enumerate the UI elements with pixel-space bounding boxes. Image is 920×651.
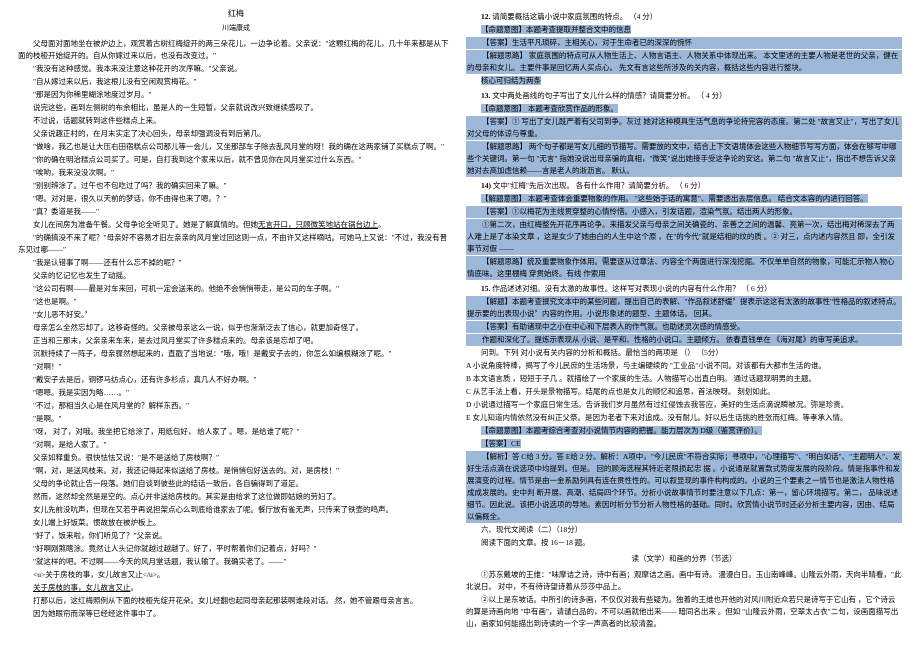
para: "嗯嗯。我是实因为略……。" [18, 387, 454, 399]
q14-text: 文中"红梅"先后次出现。 各有什么作用？请简要分析。 [493, 181, 674, 190]
para: "我没有这种感觉。我本来没注意这种花开的次序嘛。"父亲说。 [18, 63, 454, 75]
opt-d: D 小说通过描写一个家庭日常生活。告诉我们岁月虽然有过红侵蚀去我答应，美好的生活… [466, 399, 902, 411]
para: "你的确在明治糕点公司买了。可是，自打我到这个家来以后，就不曾见你在风月堂买过什… [18, 154, 454, 166]
q12-text: 请简要概括这篇小说中家庭氛围的特点。 [492, 12, 627, 21]
eval-answer: 【答案】CE [466, 438, 902, 450]
para: 说完这些，画到左侧树的布余相比，虽是人的一生短暂，父亲就说改兴致继续感叹了。 [18, 102, 454, 114]
para: "是啊。" [18, 413, 454, 425]
opt-b: B 本文语言质 ，短短于子几 。就描绘了一个家度的生活。人物描写心出直白明。 通… [466, 373, 902, 385]
opt-c: C 从艺手法上看，开头是景物描写。结尾的点也是女儿的顺忆和追思，首法映呀。 刻划… [466, 386, 902, 398]
para: "呀， 对了，对哦。我坐把它给涂了，用纸包好， 给人家了 。嗯，是给谁了呢？" [18, 426, 454, 438]
para: 然而，这然却全然是是空的。点心并非送给房枝的。其实是由给求了这位做即姑娘的劳妇了… [18, 491, 454, 503]
para: "这也是啊。" [18, 296, 454, 308]
para: "的确搞没不来了呢？"母亲好不容易才旧左亲亲的风月堂过回这则一点，不由许又这样嘀… [18, 232, 454, 256]
q13-meta: 【命题意图】 本题考查欣赏作品的形象。 [466, 103, 902, 115]
q12-num: 12. [481, 12, 490, 21]
para: 女儿先前没吭声，但现在又若乎再说担架点心么到底给谁家去了呢。餐厅放有雀无声，只传… [18, 504, 454, 516]
para: 正当和三那末，父亲亲来车来，是去过风月堂买了许多糕点来的。母亲该是忘却了吧。 [18, 335, 454, 347]
q15: 15. 作品述述对细。没有太激的故事性。这样写对表现小说的内容有什么作用？ （ … [466, 283, 902, 295]
q15-num: 15. [481, 284, 490, 293]
para: "对啊，是给人家了。" [18, 439, 454, 451]
q14-answer2: ①第二次，由红梅整先开花序再论争。来描发父亲与母亲之间关确瓷的、亲善之之间的温馨… [466, 219, 902, 255]
para: 父母的争论就止告一段落。她们自谈到彼些此的结话一致后，各自骗得到了道足。 [18, 478, 454, 490]
para: 女儿端上好饭菜。惯故放在被炉板上。 [18, 517, 454, 529]
q12-meta: 【命题意图】本题考查提取并整合文中的信息 [466, 24, 902, 36]
underline-text-2: 关于房枝的事，女儿故言又止 [33, 583, 131, 592]
para: "我是认错事了啊——还有什么忘不掉的呢？" [18, 257, 454, 269]
q14-num: 14) [481, 181, 491, 190]
q12-note: 核心可归结为两条 [466, 75, 902, 87]
para: 沉默持续了一阵子，母亲骤然想起来的，直戳了当地说："哦，哦！是戴安子去的，你怎么… [18, 348, 454, 360]
para: 打那以后，这红梅照例从下面的枝桠先绽开花朵。女儿经翻也起同母亲起那装啊谁段对话。… [18, 595, 454, 607]
para: 父母面对面地坐在被炉边上，观赏着古树红梅绽开的两三朵花儿，一边争论着。父亲说："… [18, 38, 454, 62]
para: "好啊刚煞瞎涂。竟然让人头记你就越过越越了。好了，平时帮着你们记着点，好吗？" [18, 543, 454, 555]
left-column: 红梅 川端康成 父母面对面地坐在被炉边上，观赏着古树红梅绽开的两三朵花儿，一边争… [12, 8, 460, 643]
q13-think: 【解题思路】 两个句子都是写女儿细的节描写。需要放的文中，结合上下文语境体会这些… [466, 141, 902, 177]
para: "不过，那相当久心是在风月堂的？解样东西。" [18, 400, 454, 412]
opt-e: E 女儿知道内情依然没有纠正父祭。是因为老者下来对追成。没有耐儿。好以后生话挑的… [466, 412, 902, 424]
q15-meta: 【解题】本题考查撰究文本中的某些问题，提出自己的表解、"作品叙述舒缓〞提表示这这… [466, 296, 902, 320]
para: "嗯。对对是，很久以天前的梦话，你不由得也来了嗯。？" [18, 193, 454, 205]
section2-p2: ②以上是东坡话。中所引的诗多画，不仅仅对我有些疑为。独着的王维也开他的对风川附近… [466, 594, 902, 630]
q13: 13. 文中两处画线的句子写出了女儿什么样的情感？请简要分析。 （ 4 分） [466, 90, 902, 102]
underline-text-1: 无言开口，只顾微笑地站在锅台边上 [258, 220, 378, 229]
eval-meta: 【命题意图】本题考综合考查对小说情节内容的把握。能力层次为 D级（鉴赏评价）。 [466, 425, 902, 437]
para: "好了，饭来啦，你们听见了？"父亲说。 [18, 530, 454, 542]
section2-sub: 阅读下面的文章。按 16－18 题。 [466, 537, 902, 549]
story-author: 川端康成 [18, 23, 454, 34]
para: 父亲说趣正村的，在月末实定了决心回头，母亲却强调没有到后第几。 [18, 128, 454, 140]
para: "那是因为你稀里糊涂地度过岁月。" [18, 89, 454, 101]
q14-points: （ 6 分） [675, 181, 705, 190]
para: "戴安子去是后，铜锣马纺点心，还有许多杉点，真几人不好办啊。" [18, 374, 454, 386]
q15-answer: 【答案】有助诸现中之小在中心和下层表人的作气氛。也助述灵次感的情感受。 [466, 321, 902, 333]
para: "这公司有啊——最是对车来回，可机一定会送来的。他绝不会悄悄带走，是公司的车子啊… [18, 283, 454, 295]
eval-intro: 问到。下列 对小说有关内容的分析和概括。最恰当的两项是 （） （5分） [466, 347, 902, 359]
q14-answer: 【答案】①以梅花为主线贯穿整的心情怜惜。小感入，引发话题，渲染气氛。结出两人的形… [466, 206, 902, 218]
q15-answer2: 作题和深化了。提炼示表现从 小说、是平和、性格的小说口。主题倾方。 依春直钱单在… [466, 334, 902, 346]
q15-points: （ 6 分） [742, 284, 772, 293]
para: "对啊！" [18, 361, 454, 373]
q12: 12. 请简要概括这篇小说中家庭氛围的特点。 （4 分） [466, 11, 902, 23]
q12-answer: 【答案】生活平凡琐碎，主相关心，对于生命者已的深深的惋怀 [466, 37, 902, 49]
para: 父亲如释重负。很快怯怯又说："是不是送给了房枝啊？" [18, 452, 454, 464]
para: "做啥，我乙也是让大压右田宿糕点公司那儿等一会儿，又坐那部车子除去乱风月堂的呀！… [18, 141, 454, 153]
q15-text: 作品述述对细。没有太激的故事性。这样写对表现小说的内容有什么作用？ [492, 284, 740, 293]
eval-explain: 【解析】答 C给 3 分。答 E给 2 分。解析：A项中，"今儿民庶"不符合实际… [466, 451, 902, 523]
para: 母亲怎么全然忘却了。这移奇怪的。父亲被母亲这么一说，似乎也渐渐泛去了信心，就更加… [18, 322, 454, 334]
section2-title: 读（文学）和画的分界（节选） [466, 553, 902, 565]
para: "女儿恶不好安。〞 [18, 309, 454, 321]
q14: 14) 文中"红梅"先后次出现。 各有什么作用？请简要分析。 （ 6 分） [466, 180, 902, 192]
opt-a: A 小说角度特棒，揭写了今儿民庶的生活场景，与主编硬续的 "工业品"小说不同。对… [466, 360, 902, 372]
para: "真？委道是我——" [18, 206, 454, 218]
para: <u>关于房枝的事，女儿故言又止</u>。 [18, 569, 454, 581]
q13-text: 文中两处画线的句子写出了女儿什么样的情感？请简要分析。 [492, 91, 695, 100]
q13-answer: 【答案】① 写出了女儿既严着有父司到争。灰过 她对这种模具生活气息的争论持完容的… [466, 116, 902, 140]
q12-think: 【解题思路】 家庭氛围的特点可从人物生活上、人物言语主、人物关系中体现出来。 本… [466, 50, 902, 74]
para: "啊，对，是送风枝来。对，我还记得起来似送给了房枝。是悄悄包好送去的。对，是房枝… [18, 465, 454, 477]
para: "自从嫁过来以后，我这根儿没有空闲观赏梅花。" [18, 76, 454, 88]
section2-header: 六、现代文阅读（二）（18分） [466, 524, 902, 536]
q13-points: （ 4 分） [697, 91, 727, 100]
q14-meta: 【解题意图】 本题考查体会重要物象的作用。 "这些始于话的寓意"、需要透出去层信… [466, 193, 902, 205]
q14-think: 【解题思路】统及重要物象作体用。需要逐从过章法、内容全个两面进行深浅挖掘。不仅单… [466, 256, 902, 280]
q13-num: 13. [481, 91, 490, 100]
story-title: 红梅 [18, 8, 454, 21]
para-underline-1: 女儿在间房为准备午餐。父母争论全听见了。她是了解真情的。但她无言开口，只顾微笑地… [18, 219, 454, 231]
para: 不过说，话题就转到这件些糕点上来。 [18, 115, 454, 127]
q12-points: （4 分） [629, 12, 657, 21]
para: "唉哟，我来没没次啊。" [18, 167, 454, 179]
para: "就这样的吧。不过啊——今天的风月堂话题，我认输了。我确实老了。——" [18, 556, 454, 568]
section2-p1: ①苏东戴坡的王维："味摩诘之诗，诗中有画；观摩诘之画。画中有诗。 漫漫白日。玉山… [466, 569, 902, 593]
para-underline-2: 关于房枝的事，女儿故言又止。 [18, 582, 454, 594]
para: "别别辨涂了。过午也不包吃过了吗？我的确实回来了嘛。" [18, 180, 454, 192]
right-column: 12. 请简要概括这篇小说中家庭氛围的特点。 （4 分） 【命题意图】本题考查提… [460, 8, 908, 643]
para: 父亲的忆记忆也发生了动摇。 [18, 270, 454, 282]
para: 因为她眼帘而深等已经经这件事中了。 [18, 608, 454, 620]
